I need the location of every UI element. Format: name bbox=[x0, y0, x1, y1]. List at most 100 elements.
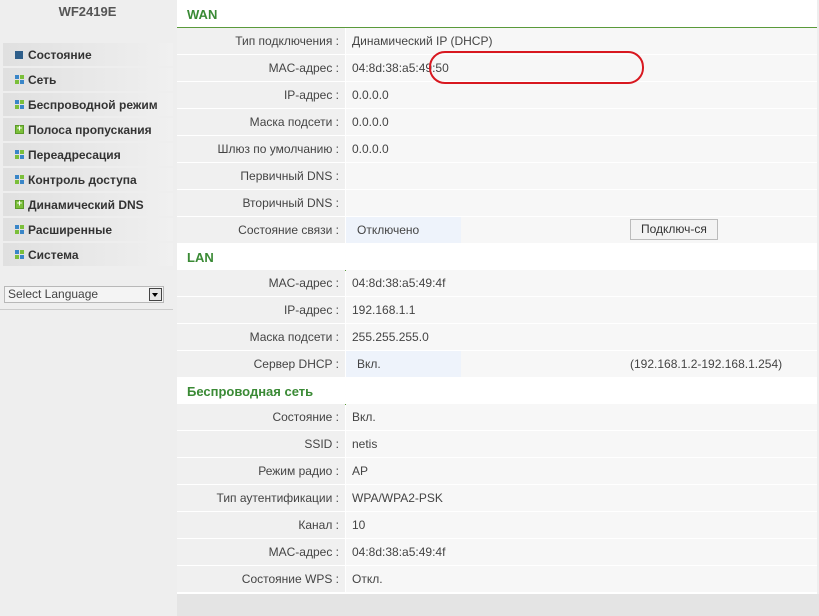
sidebar-item-label: Состояние bbox=[28, 47, 92, 62]
sidebar-item-ddns[interactable]: Динамический DNS bbox=[3, 193, 173, 216]
grid-icon bbox=[15, 75, 24, 84]
row-value: AP bbox=[346, 458, 817, 484]
sidebar-item-forwarding[interactable]: Переадресация bbox=[3, 143, 173, 166]
sidebar-item-advanced[interactable]: Расширенные bbox=[3, 218, 173, 241]
grid-icon bbox=[15, 250, 24, 259]
sidebar-item-label: Система bbox=[28, 247, 79, 262]
chevron-down-icon[interactable] bbox=[149, 288, 162, 301]
dhcp-status-value: Вкл. bbox=[346, 351, 461, 377]
highlight-annotation bbox=[429, 51, 644, 84]
wireless-row-status: Состояние : Вкл. bbox=[177, 404, 817, 431]
row-label: MAC-адрес : bbox=[177, 539, 345, 565]
row-label: SSID : bbox=[177, 431, 345, 457]
row-label: Режим радио : bbox=[177, 458, 345, 484]
grid-icon bbox=[15, 150, 24, 159]
section-title-lan: LAN bbox=[177, 243, 817, 271]
language-select-value: Select Language bbox=[8, 287, 99, 301]
lan-row-mac: MAC-адрес : 04:8d:38:a5:49:4f bbox=[177, 270, 817, 297]
plus-icon bbox=[15, 197, 24, 209]
lan-row-subnet: Маска подсети : 255.255.255.0 bbox=[177, 324, 817, 351]
sidebar-item-network[interactable]: Сеть bbox=[3, 68, 173, 91]
wan-row-link-status: Состояние связи : Отключено Подключ-ся bbox=[177, 217, 817, 244]
wireless-row-auth-type: Тип аутентификации : WPA/WPA2-PSK bbox=[177, 485, 817, 512]
bottom-strip bbox=[177, 594, 819, 616]
row-value: netis bbox=[346, 431, 817, 457]
sidebar-item-bandwidth[interactable]: Полоса пропускания bbox=[3, 118, 173, 141]
wan-row-gateway: Шлюз по умолчанию : 0.0.0.0 bbox=[177, 136, 817, 163]
wireless-row-channel: Канал : 10 bbox=[177, 512, 817, 539]
sidebar-item-label: Контроль доступа bbox=[28, 172, 137, 187]
sidebar-item-wireless[interactable]: Беспроводной режим bbox=[3, 93, 173, 116]
plus-icon bbox=[15, 122, 24, 134]
row-label: Сервер DHCP : bbox=[177, 351, 345, 377]
link-status-value: Отключено bbox=[346, 217, 461, 243]
sidebar-item-access-control[interactable]: Контроль доступа bbox=[3, 168, 173, 191]
section-title-text: WAN bbox=[187, 7, 218, 22]
row-value: 192.168.1.1 bbox=[346, 297, 817, 323]
sidebar-item-label: Беспроводной режим bbox=[28, 97, 158, 112]
section-title-text: Беспроводная сеть bbox=[187, 384, 314, 399]
model-name: WF2419E bbox=[58, 4, 117, 19]
row-label: MAC-адрес : bbox=[177, 55, 345, 81]
row-value: 0.0.0.0 bbox=[346, 82, 817, 108]
wan-row-dns2: Вторичный DNS : bbox=[177, 190, 817, 217]
row-value: Отключено Подключ-ся bbox=[346, 217, 817, 243]
row-value bbox=[346, 190, 817, 216]
row-value: 04:8d:38:a5:49:4f bbox=[346, 270, 817, 296]
row-label: Состояние : bbox=[177, 404, 345, 430]
row-label: Первичный DNS : bbox=[177, 163, 345, 189]
sidebar-item-system[interactable]: Система bbox=[3, 243, 173, 266]
sidebar-menu: Состояние Сеть Беспроводной режим Полоса… bbox=[3, 43, 173, 268]
grid-icon bbox=[15, 100, 24, 109]
row-label: Вторичный DNS : bbox=[177, 190, 345, 216]
lan-row-dhcp: Сервер DHCP : Вкл. (192.168.1.2-192.168.… bbox=[177, 351, 817, 378]
row-label: Маска подсети : bbox=[177, 324, 345, 350]
row-label: IP-адрес : bbox=[177, 82, 345, 108]
wan-row-ip: IP-адрес : 0.0.0.0 bbox=[177, 82, 817, 109]
language-select[interactable]: Select Language bbox=[4, 286, 164, 303]
sidebar-divider bbox=[0, 309, 173, 310]
sidebar-item-label: Переадресация bbox=[28, 147, 121, 162]
row-value: 255.255.255.0 bbox=[346, 324, 817, 350]
sidebar-item-label: Динамический DNS bbox=[28, 197, 144, 212]
wan-row-subnet: Маска подсети : 0.0.0.0 bbox=[177, 109, 817, 136]
row-label: Состояние WPS : bbox=[177, 566, 345, 592]
row-label: Тип аутентификации : bbox=[177, 485, 345, 511]
arrow-right-icon bbox=[15, 50, 23, 59]
main-content: WAN Тип подключения : Динамический IP (D… bbox=[177, 0, 817, 594]
dhcp-range-value: (192.168.1.2-192.168.1.254) bbox=[630, 357, 783, 371]
wireless-row-radio-mode: Режим радио : AP bbox=[177, 458, 817, 485]
row-value: 0.0.0.0 bbox=[346, 109, 817, 135]
row-label: Тип подключения : bbox=[177, 28, 345, 54]
row-label: IP-адрес : bbox=[177, 297, 345, 323]
sidebar-item-label: Полоса пропускания bbox=[28, 122, 152, 137]
section-title-wan: WAN bbox=[177, 0, 817, 28]
row-value bbox=[346, 163, 817, 189]
row-label: MAC-адрес : bbox=[177, 270, 345, 296]
row-value: WPA/WPA2-PSK bbox=[346, 485, 817, 511]
sidebar-item-status[interactable]: Состояние bbox=[3, 43, 173, 66]
row-value: Вкл. bbox=[346, 404, 817, 430]
wireless-row-ssid: SSID : netis bbox=[177, 431, 817, 458]
row-label: Маска подсети : bbox=[177, 109, 345, 135]
row-label: Канал : bbox=[177, 512, 345, 538]
connect-button[interactable]: Подключ-ся bbox=[630, 219, 718, 240]
wan-row-dns1: Первичный DNS : bbox=[177, 163, 817, 190]
row-value: 0.0.0.0 bbox=[346, 136, 817, 162]
sidebar-item-label: Расширенные bbox=[28, 222, 112, 237]
row-value: Вкл. (192.168.1.2-192.168.1.254) bbox=[346, 351, 817, 377]
row-value: 04:8d:38:a5:49:4f bbox=[346, 539, 817, 565]
grid-icon bbox=[15, 175, 24, 184]
lan-row-ip: IP-адрес : 192.168.1.1 bbox=[177, 297, 817, 324]
row-label: Шлюз по умолчанию : bbox=[177, 136, 345, 162]
sidebar: WF2419E Состояние Сеть Беспроводной режи… bbox=[0, 0, 175, 616]
row-value: 10 bbox=[346, 512, 817, 538]
row-value: Откл. bbox=[346, 566, 817, 592]
section-title-wireless: Беспроводная сеть bbox=[177, 377, 817, 405]
row-label: Состояние связи : bbox=[177, 217, 345, 243]
wireless-row-mac: MAC-адрес : 04:8d:38:a5:49:4f bbox=[177, 539, 817, 566]
grid-icon bbox=[15, 225, 24, 234]
section-title-text: LAN bbox=[187, 250, 214, 265]
sidebar-item-label: Сеть bbox=[28, 72, 57, 87]
wireless-row-wps: Состояние WPS : Откл. bbox=[177, 566, 817, 593]
